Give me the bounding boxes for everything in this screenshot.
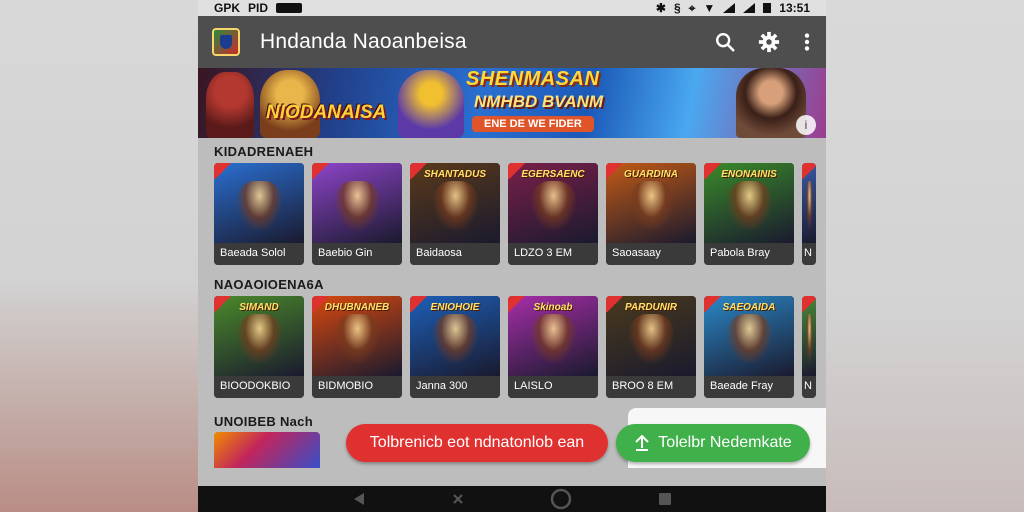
corner-badge [508, 163, 526, 179]
game-card-label: Baidaosa [410, 243, 500, 265]
game-card-label: Saoasaay [606, 243, 696, 265]
game-card[interactable]: Skinoab LAISLO [508, 296, 598, 398]
status-carrier: GPK [214, 1, 241, 15]
status-bar: GPK PID ✱ § ⌖ ▼ 13:51 [198, 0, 826, 16]
game-card-label: N [802, 376, 816, 398]
phone-screen: GPK PID ✱ § ⌖ ▼ 13:51 Hndanda Naoanbeisa [198, 0, 826, 512]
notification-icon [276, 3, 303, 13]
system-nav-bar [198, 486, 826, 512]
status-extra: PID [248, 1, 269, 15]
battery-icon [763, 3, 772, 13]
game-card-label: BIOODOKBIO [214, 376, 304, 398]
corner-badge [410, 296, 428, 312]
search-icon[interactable] [714, 31, 736, 53]
game-card-label: Janna 300 [410, 376, 500, 398]
game-card-label: Baeade Fray [704, 376, 794, 398]
game-card[interactable]: SAEOAIDA Baeade Fray [704, 296, 794, 398]
game-card-partial[interactable] [214, 432, 320, 468]
signal-icon-2 [743, 3, 756, 13]
download-icon [635, 435, 650, 451]
banner-subtitle: NMHBD BVANM [474, 92, 604, 111]
game-card-label: LAISLO [508, 376, 598, 398]
banner-hero-image-3 [398, 70, 464, 138]
game-card[interactable]: DHUBNANEB BIDMOBIO [312, 296, 402, 398]
corner-badge [704, 163, 722, 179]
game-card-label: Baebio Gin [312, 243, 402, 265]
red-action-button[interactable]: Tolbrenicb eot ndnatonlob ean [346, 424, 608, 462]
banner-hero-image [206, 72, 254, 138]
corner-badge [606, 163, 624, 179]
back-icon[interactable] [351, 491, 367, 507]
corner-badge [606, 296, 624, 312]
app-title: Hndanda Naoanbeisa [260, 30, 467, 53]
more-vert-icon[interactable] [802, 31, 812, 53]
game-card[interactable]: ENONAINIS Pabola Bray [704, 163, 794, 265]
game-card[interactable]: Baeada Solol [214, 163, 304, 265]
game-card[interactable]: PARDUNIR BROO 8 EM [606, 296, 696, 398]
section-title-2: NAOAOIOENA6A [214, 277, 324, 292]
app-logo-icon [212, 28, 240, 56]
background-left [0, 0, 198, 512]
banner-left-text: NIODANAISA [266, 102, 387, 123]
background-right [826, 0, 1024, 512]
vibrate-icon: § [673, 1, 681, 15]
game-card[interactable]: N [802, 163, 816, 265]
game-card[interactable]: GUARDINA Saoasaay [606, 163, 696, 265]
banner-pill: ENE DE WE FIDER [472, 116, 594, 132]
game-card[interactable]: Baebio Gin [312, 163, 402, 265]
game-card-label: Pabola Bray [704, 243, 794, 265]
banner-title: SHENMASAN [466, 68, 600, 90]
alarm-icon: ⌖ [688, 0, 696, 15]
game-row-2: SIMAND BIOODOKBIO DHUBNANEB BIDMOBIO ENIOHOI… [198, 296, 826, 398]
game-card[interactable]: ENIOHOIE Janna 300 [410, 296, 500, 398]
app-bar: Hndanda Naoanbeisa [198, 16, 826, 68]
corner-badge [508, 296, 526, 312]
corner-badge [802, 296, 816, 312]
wifi-icon: ▼ [703, 1, 716, 15]
corner-badge [802, 163, 816, 179]
signal-icon [723, 3, 736, 13]
game-card[interactable]: SIMAND BIOODOKBIO [214, 296, 304, 398]
corner-badge [704, 296, 722, 312]
corner-badge [312, 163, 330, 179]
promo-banner[interactable]: NIODANAISA SHENMASAN NMHBD BVANM ENE DE … [198, 68, 826, 138]
bluetooth-icon: ✱ [655, 1, 666, 15]
home-icon[interactable] [550, 488, 572, 510]
info-icon[interactable]: i [796, 115, 816, 135]
game-card-label: Baeada Solol [214, 243, 304, 265]
game-card[interactable]: N [802, 296, 816, 398]
game-row-1: Baeada Solol Baebio Gin SHANTADUS Baidaosa E… [198, 163, 826, 265]
bottom-section: UNOIBEB Nach Tolbrenicb eot ndnatonlob e… [198, 408, 826, 468]
game-card[interactable]: EGERSAENC LDZO 3 EM [508, 163, 598, 265]
green-button-label: Tolelbr Nedemkate [658, 434, 792, 451]
corner-badge [312, 296, 330, 312]
corner-badge [214, 163, 232, 179]
close-icon[interactable] [452, 493, 464, 505]
status-time: 13:51 [779, 1, 810, 15]
game-card-label: LDZO 3 EM [508, 243, 598, 265]
game-card[interactable]: SHANTADUS Baidaosa [410, 163, 500, 265]
corner-badge [214, 296, 232, 312]
settings-icon[interactable] [758, 31, 780, 53]
green-action-button[interactable]: Tolelbr Nedemkate [616, 424, 810, 462]
section-title-3: UNOIBEB Nach [214, 414, 313, 429]
game-card-label: BROO 8 EM [606, 376, 696, 398]
recents-icon[interactable] [657, 491, 673, 507]
game-card-label: N [802, 243, 816, 265]
game-card-label: BIDMOBIO [312, 376, 402, 398]
corner-badge [410, 163, 428, 179]
section-title-1: KIDADRENAEH [214, 144, 314, 159]
